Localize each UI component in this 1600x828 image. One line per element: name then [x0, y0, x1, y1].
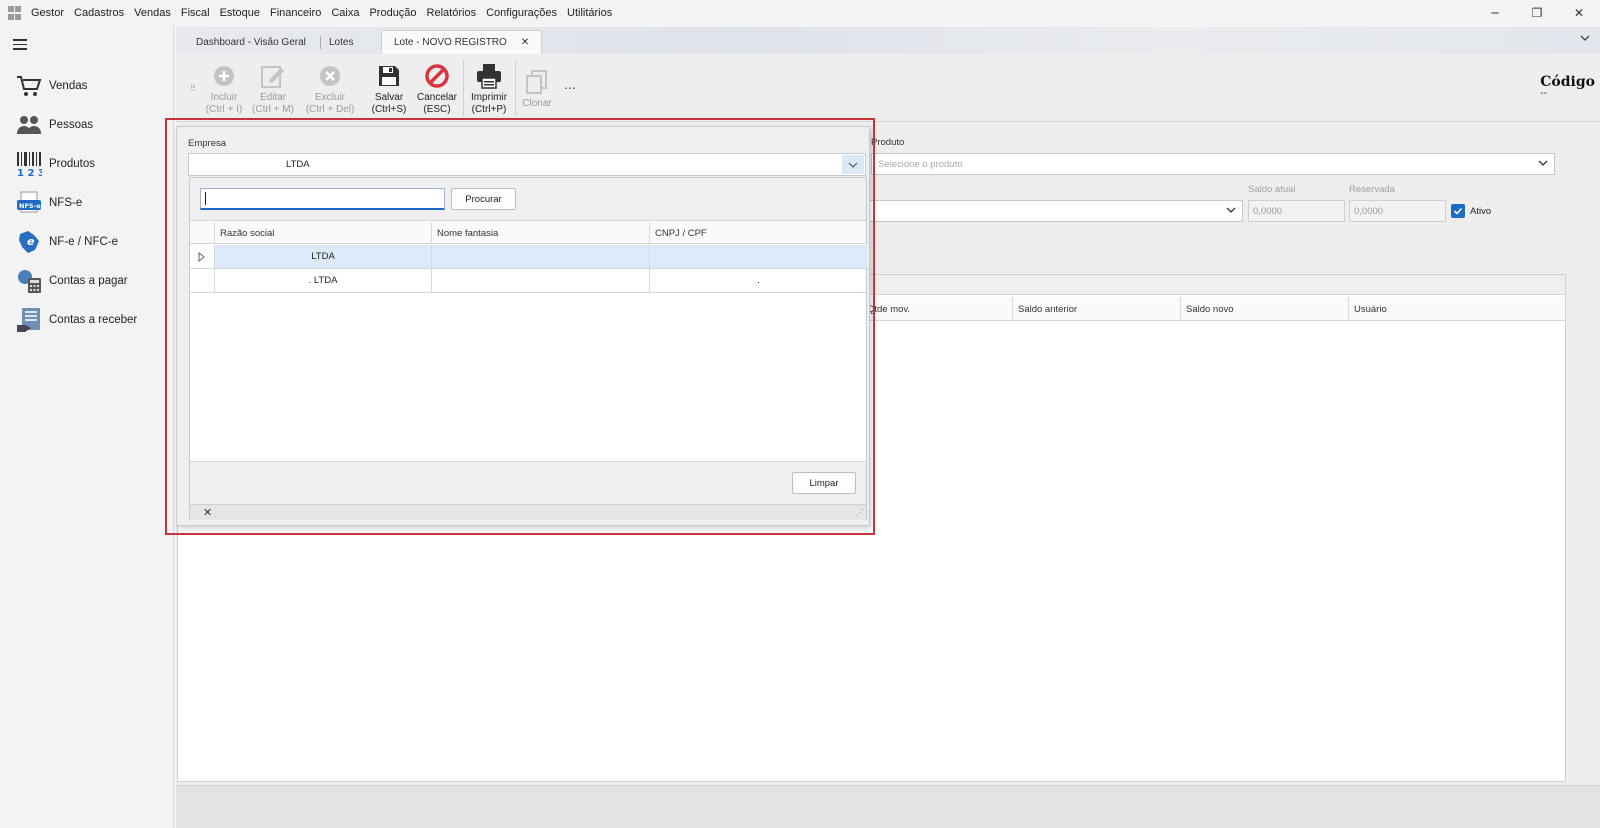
tab-label: Lote - NOVO REGISTRO [394, 37, 507, 48]
incluir-label: Incluir [210, 92, 238, 103]
menu-cadastros[interactable]: Cadastros [69, 7, 129, 19]
incluir-button[interactable]: Incluir (Ctrl + I) [196, 62, 252, 116]
editar-label: Editar [259, 92, 287, 103]
excluir-shortcut: (Ctrl + Del) [305, 104, 355, 115]
menu-gestor[interactable]: Gestor [26, 7, 69, 19]
clonar-button[interactable]: Clonar [509, 68, 565, 110]
codigo-label: Código [1540, 74, 1595, 90]
sidebar-item-label: NFS-e [49, 197, 83, 209]
sidebar-item-label: Contas a pagar [49, 275, 128, 287]
people-icon [16, 112, 42, 138]
ativo-label: Ativo [1470, 206, 1492, 217]
cancel-icon [409, 62, 465, 90]
sidebar-item-contas-receber[interactable]: Contas a receber [16, 305, 166, 335]
menu-configuracoes[interactable]: Configurações [481, 7, 562, 19]
more-options-button[interactable]: ... [564, 76, 576, 92]
menu-producao[interactable]: Produção [364, 7, 421, 19]
excluir-button[interactable]: Excluir (Ctrl + Del) [302, 62, 358, 116]
toolbar: ⠿ Incluir (Ctrl + I) Editar (Ctrl + M) E… [176, 54, 1600, 122]
nfse-icon: NFS-e [16, 190, 42, 216]
produto-label: Produto [871, 137, 905, 148]
produto-select[interactable]: Selecione o produto [871, 153, 1555, 175]
codigo-display: Código -- [1540, 74, 1595, 99]
edit-icon [245, 62, 301, 90]
plus-circle-icon [196, 62, 252, 90]
menu-estoque[interactable]: Estoque [215, 7, 265, 19]
cancelar-shortcut: (ESC) [423, 104, 451, 115]
svg-text:1 2 3: 1 2 3 [17, 168, 42, 177]
sidebar-item-produtos[interactable]: 1 2 3 Produtos [16, 149, 166, 179]
editar-shortcut: (Ctrl + M) [252, 104, 294, 115]
cancelar-label: Cancelar [416, 92, 458, 103]
sidebar: Vendas Pessoas 1 2 3 Produtos NFS-e NFS-… [0, 26, 174, 828]
menu-bar: Gestor Cadastros Vendas Fiscal Estoque F… [0, 0, 1600, 26]
copy-icon [509, 68, 565, 96]
nfe-icon: e [16, 229, 42, 255]
sidebar-item-vendas[interactable]: Vendas [16, 71, 166, 101]
tab-list-chevron-icon[interactable] [1580, 33, 1590, 45]
delete-circle-icon [302, 62, 358, 90]
app-icon [8, 6, 22, 20]
svg-text:e: e [27, 235, 35, 248]
chevron-down-icon [1226, 205, 1236, 215]
sidebar-item-label: Contas a receber [49, 314, 138, 326]
toolbar-grip-icon[interactable]: ⠿ [190, 84, 196, 94]
checkmark-icon [1453, 207, 1463, 215]
menu-utilitarios[interactable]: Utilitários [562, 7, 617, 19]
reservada-label: Reservada [1349, 184, 1395, 195]
reservada-field: 0,0000 [1349, 200, 1446, 222]
column-header-usuario[interactable]: Usuário [1348, 297, 1567, 321]
column-header-qtde-mov[interactable]: Qtde mov. [861, 297, 1011, 321]
receivables-icon [16, 307, 42, 333]
window-controls: ─ ❐ ✕ [1474, 0, 1600, 26]
menu-caixa[interactable]: Caixa [326, 7, 364, 19]
sidebar-item-label: Vendas [49, 80, 88, 92]
menu-relatorios[interactable]: Relatórios [422, 7, 482, 19]
saldo-atual-label: Saldo atual [1248, 184, 1296, 195]
cart-icon [16, 73, 42, 99]
restore-button[interactable]: ❐ [1516, 0, 1558, 26]
menu-fiscal[interactable]: Fiscal [176, 7, 215, 19]
barcode-icon: 1 2 3 [16, 151, 42, 177]
sidebar-item-label: NF-e / NFC-e [49, 236, 118, 248]
close-window-button[interactable]: ✕ [1558, 0, 1600, 26]
cancelar-button[interactable]: Cancelar (ESC) [409, 62, 465, 116]
excluir-label: Excluir [314, 92, 345, 103]
tab-close-icon[interactable]: ✕ [521, 37, 529, 48]
tab-dashboard[interactable]: Dashboard - Visão Geral [184, 30, 318, 54]
tab-label: Lotes [329, 36, 354, 48]
sidebar-item-label: Pessoas [49, 119, 94, 131]
sidebar-item-contas-pagar[interactable]: Contas a pagar [16, 266, 166, 296]
tab-lote-novo-registro[interactable]: Lote - NOVO REGISTRO ✕ [381, 30, 543, 54]
sidebar-item-nfe[interactable]: e NF-e / NFC-e [16, 227, 166, 257]
column-header-saldo-novo[interactable]: Saldo novo [1180, 297, 1347, 321]
sidebar-item-label: Produtos [49, 158, 96, 170]
calculator-icon [16, 268, 42, 294]
menu-vendas[interactable]: Vendas [129, 7, 176, 19]
editar-button[interactable]: Editar (Ctrl + M) [245, 62, 301, 116]
ativo-checkbox[interactable] [1451, 204, 1465, 218]
svg-text:NFS-e: NFS-e [19, 202, 41, 210]
hamburger-menu-icon[interactable] [13, 39, 27, 50]
minimize-button[interactable]: ─ [1474, 0, 1516, 26]
highlight-box [165, 118, 875, 535]
unlabeled-select[interactable] [866, 200, 1243, 222]
tab-lotes[interactable]: Lotes [317, 30, 365, 54]
tab-label: Dashboard - Visão Geral [196, 36, 306, 48]
produto-placeholder: Selecione o produto [878, 158, 963, 170]
tab-bar: Dashboard - Visão Geral Lotes Lote - NOV… [176, 27, 1600, 54]
sidebar-item-pessoas[interactable]: Pessoas [16, 110, 166, 140]
column-header-saldo-anterior[interactable]: Saldo anterior [1012, 297, 1179, 321]
sidebar-item-nfse[interactable]: NFS-e NFS-e [16, 188, 166, 218]
menu-financeiro[interactable]: Financeiro [265, 7, 326, 19]
status-bar [176, 785, 1600, 828]
clonar-label: Clonar [522, 98, 552, 109]
saldo-atual-field: 0,0000 [1248, 200, 1345, 222]
chevron-down-icon [1538, 158, 1548, 168]
incluir-shortcut: (Ctrl + I) [205, 104, 243, 115]
